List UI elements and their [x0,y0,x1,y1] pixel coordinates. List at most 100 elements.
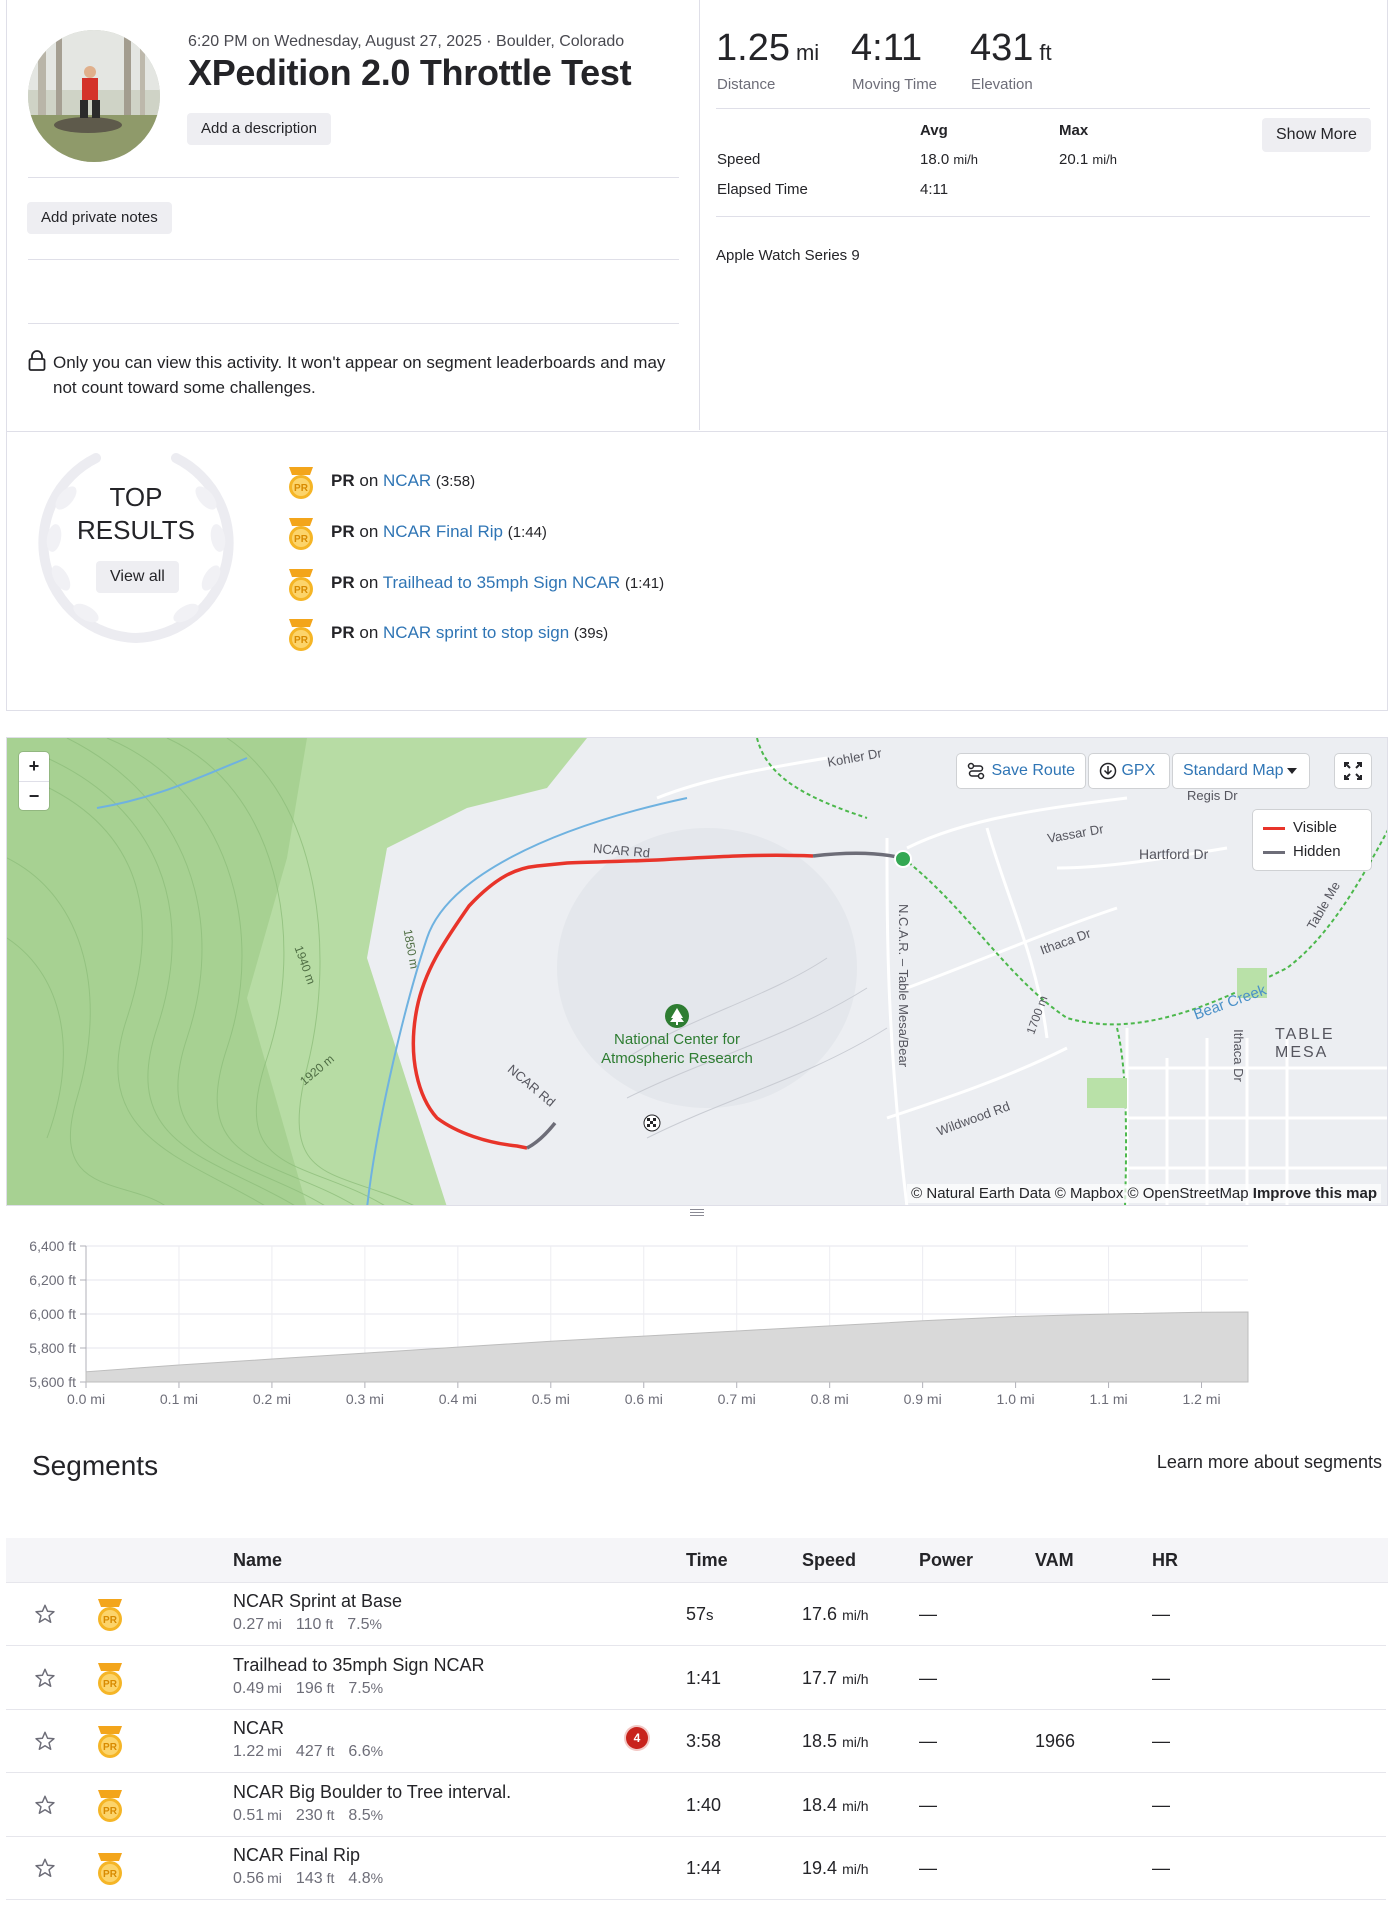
segment-name-link[interactable]: NCAR [233,1718,284,1739]
col-hr: HR [1152,1550,1178,1570]
segment-grade-unit: % [370,1806,384,1823]
avatar[interactable] [28,30,160,162]
star-icon[interactable] [34,1857,56,1884]
map-label: TABLE MESA [1275,1026,1335,1061]
segment-link[interactable]: Trailhead to 35mph Sign NCAR [383,573,621,592]
segment-elevation-unit: ft [326,1743,335,1759]
svg-text:PR: PR [103,1742,118,1753]
show-more-button[interactable]: Show More [1262,118,1371,152]
segment-grade: 7.5 [348,1679,371,1697]
add-private-notes-button[interactable]: Add private notes [27,202,172,234]
pr-label: PR [331,522,355,541]
col-speed: Speed [802,1550,857,1570]
segment-grade-unit: % [370,1743,384,1759]
table-row[interactable]: PR NCAR Final Rip 0.56 mi 143 ft 4.8% 1:44 19.4 … [6,1837,1386,1900]
svg-text:PR: PR [294,534,309,545]
segment-hr: — [1152,1794,1170,1815]
speed-avg-unit: mi/h [953,152,978,167]
x-tick-label: 0.1 mi [160,1391,198,1407]
pr-label: PR [331,471,355,490]
top-results-title-1: TOP [109,482,163,512]
improve-map-link[interactable]: Improve this map [1253,1185,1377,1202]
top-result-item: PR PR on NCAR sprint to stop sign (39s) [285,617,985,653]
segment-name-link[interactable]: Trailhead to 35mph Sign NCAR [233,1655,484,1676]
speed-max-unit: mi/h [1092,152,1117,167]
rank-badge: 4 [626,1727,648,1749]
table-row[interactable]: PR NCAR 1.22 mi 427 ft 6.6% 4 3:58 18.5 mi/h — 1966… [6,1710,1386,1773]
legend-hidden-label: Hidden [1293,843,1341,860]
segment-distance-unit: mi [267,1616,282,1632]
y-tick-label: 5,600 ft [29,1374,76,1390]
elevation-chart[interactable]: 6,400 ft 6,200 ft 6,000 ft 5,800 ft 5,600 ft… [0,1228,1398,1418]
segment-elevation-unit: ft [326,1806,335,1823]
pr-medal-icon: PR [94,1788,126,1829]
x-tick-label: 0.6 mi [625,1391,663,1407]
map-label: Ithaca Dr [1230,1029,1246,1082]
segment-grade: 4.8 [348,1870,371,1887]
pr-medal-icon: PR [289,619,313,651]
segment-hr: — [1152,1731,1170,1751]
distance-label: Distance [717,76,776,93]
map-style-label: Standard Map [1183,762,1284,779]
segment-link[interactable]: NCAR [383,471,431,490]
zoom-in-button[interactable]: + [19,752,49,782]
activity-map[interactable]: Kohler Dr Regis Dr Vassar Dr Hartford Dr… [6,737,1388,1206]
segment-name-link[interactable]: NCAR Sprint at Base [233,1591,402,1612]
table-row[interactable]: PR NCAR Sprint at Base 0.27 mi 110 ft 7.5% 57s 1… [6,1583,1386,1646]
segment-stats: 0.49 mi 196 ft 7.5% [233,1680,383,1698]
gpx-button[interactable]: GPX [1089,754,1169,788]
max-header: Max [1059,122,1089,139]
svg-text:PR: PR [294,585,309,596]
map-label: Atmospheric Research [601,1050,753,1067]
caret-down-icon [1287,768,1297,774]
avg-header: Avg [920,122,948,139]
segment-grade: 6.6 [348,1743,371,1760]
save-route-button[interactable]: Save Route [957,754,1085,788]
star-icon[interactable] [34,1794,56,1821]
segment-hr: — [1152,1667,1170,1688]
learn-more-segments-link[interactable]: Learn more about segments [1157,1452,1382,1473]
segment-speed: 17.6 mi/h [802,1604,869,1624]
star-icon[interactable] [34,1730,56,1757]
map-style-select[interactable]: Standard Map [1173,754,1309,788]
segment-link[interactable]: NCAR sprint to stop sign [383,623,569,642]
elapsed-time-value: 4:11 [920,181,949,198]
x-tick-label: 0.5 mi [532,1391,570,1407]
map-resize-handle[interactable] [690,1209,704,1216]
elapsed-time-label: Elapsed Time [717,181,808,198]
y-tick-label: 6,200 ft [29,1272,76,1288]
col-power: Power [919,1550,974,1570]
segment-link[interactable]: NCAR Final Rip [383,522,503,541]
elevation-value: 431 [970,27,1034,69]
zoom-out-button[interactable]: − [19,782,49,810]
segment-hr: — [1152,1858,1170,1878]
col-vam: VAM [1035,1550,1074,1570]
table-row[interactable]: PR Trailhead to 35mph Sign NCAR 0.49 mi 196 f… [6,1647,1386,1710]
speed-max: 20.1 mi/h [1059,151,1117,168]
pr-medal-icon: PR [289,569,313,601]
star-icon[interactable] [34,1603,56,1630]
speed-avg-value: 18.0 [920,151,950,168]
segment-elevation-unit: ft [326,1679,335,1696]
map-canvas [7,738,1387,1205]
top-result-item: PR PR on NCAR Final Rip (1:44) [285,516,985,552]
segment-grade-unit: % [369,1616,382,1632]
avatar-photo [28,30,160,162]
segment-time: 1:40 [686,1794,722,1815]
segment-grade-unit: % [370,1870,384,1886]
activity-title: XPedition 2.0 Throttle Test [188,52,632,93]
segment-elevation: 110 [295,1616,322,1633]
segment-stats: 0.51 mi 230 ft 8.5% [233,1807,383,1825]
svg-text:PR: PR [294,635,309,646]
view-all-button[interactable]: View all [96,561,179,593]
segment-grade: 8.5 [348,1806,371,1824]
download-icon [1099,762,1117,780]
fullscreen-button[interactable] [1335,754,1371,788]
x-tick-label: 0.7 mi [718,1391,756,1407]
table-row[interactable]: PR NCAR Big Boulder to Tree interval. 0.51… [6,1774,1386,1837]
add-description-button[interactable]: Add a description [187,113,331,145]
star-icon[interactable] [34,1667,56,1694]
segment-name-link[interactable]: NCAR Big Boulder to Tree interval. [233,1782,511,1803]
segment-name-link[interactable]: NCAR Final Rip [233,1845,360,1866]
segment-time: (1:41) [624,575,665,592]
